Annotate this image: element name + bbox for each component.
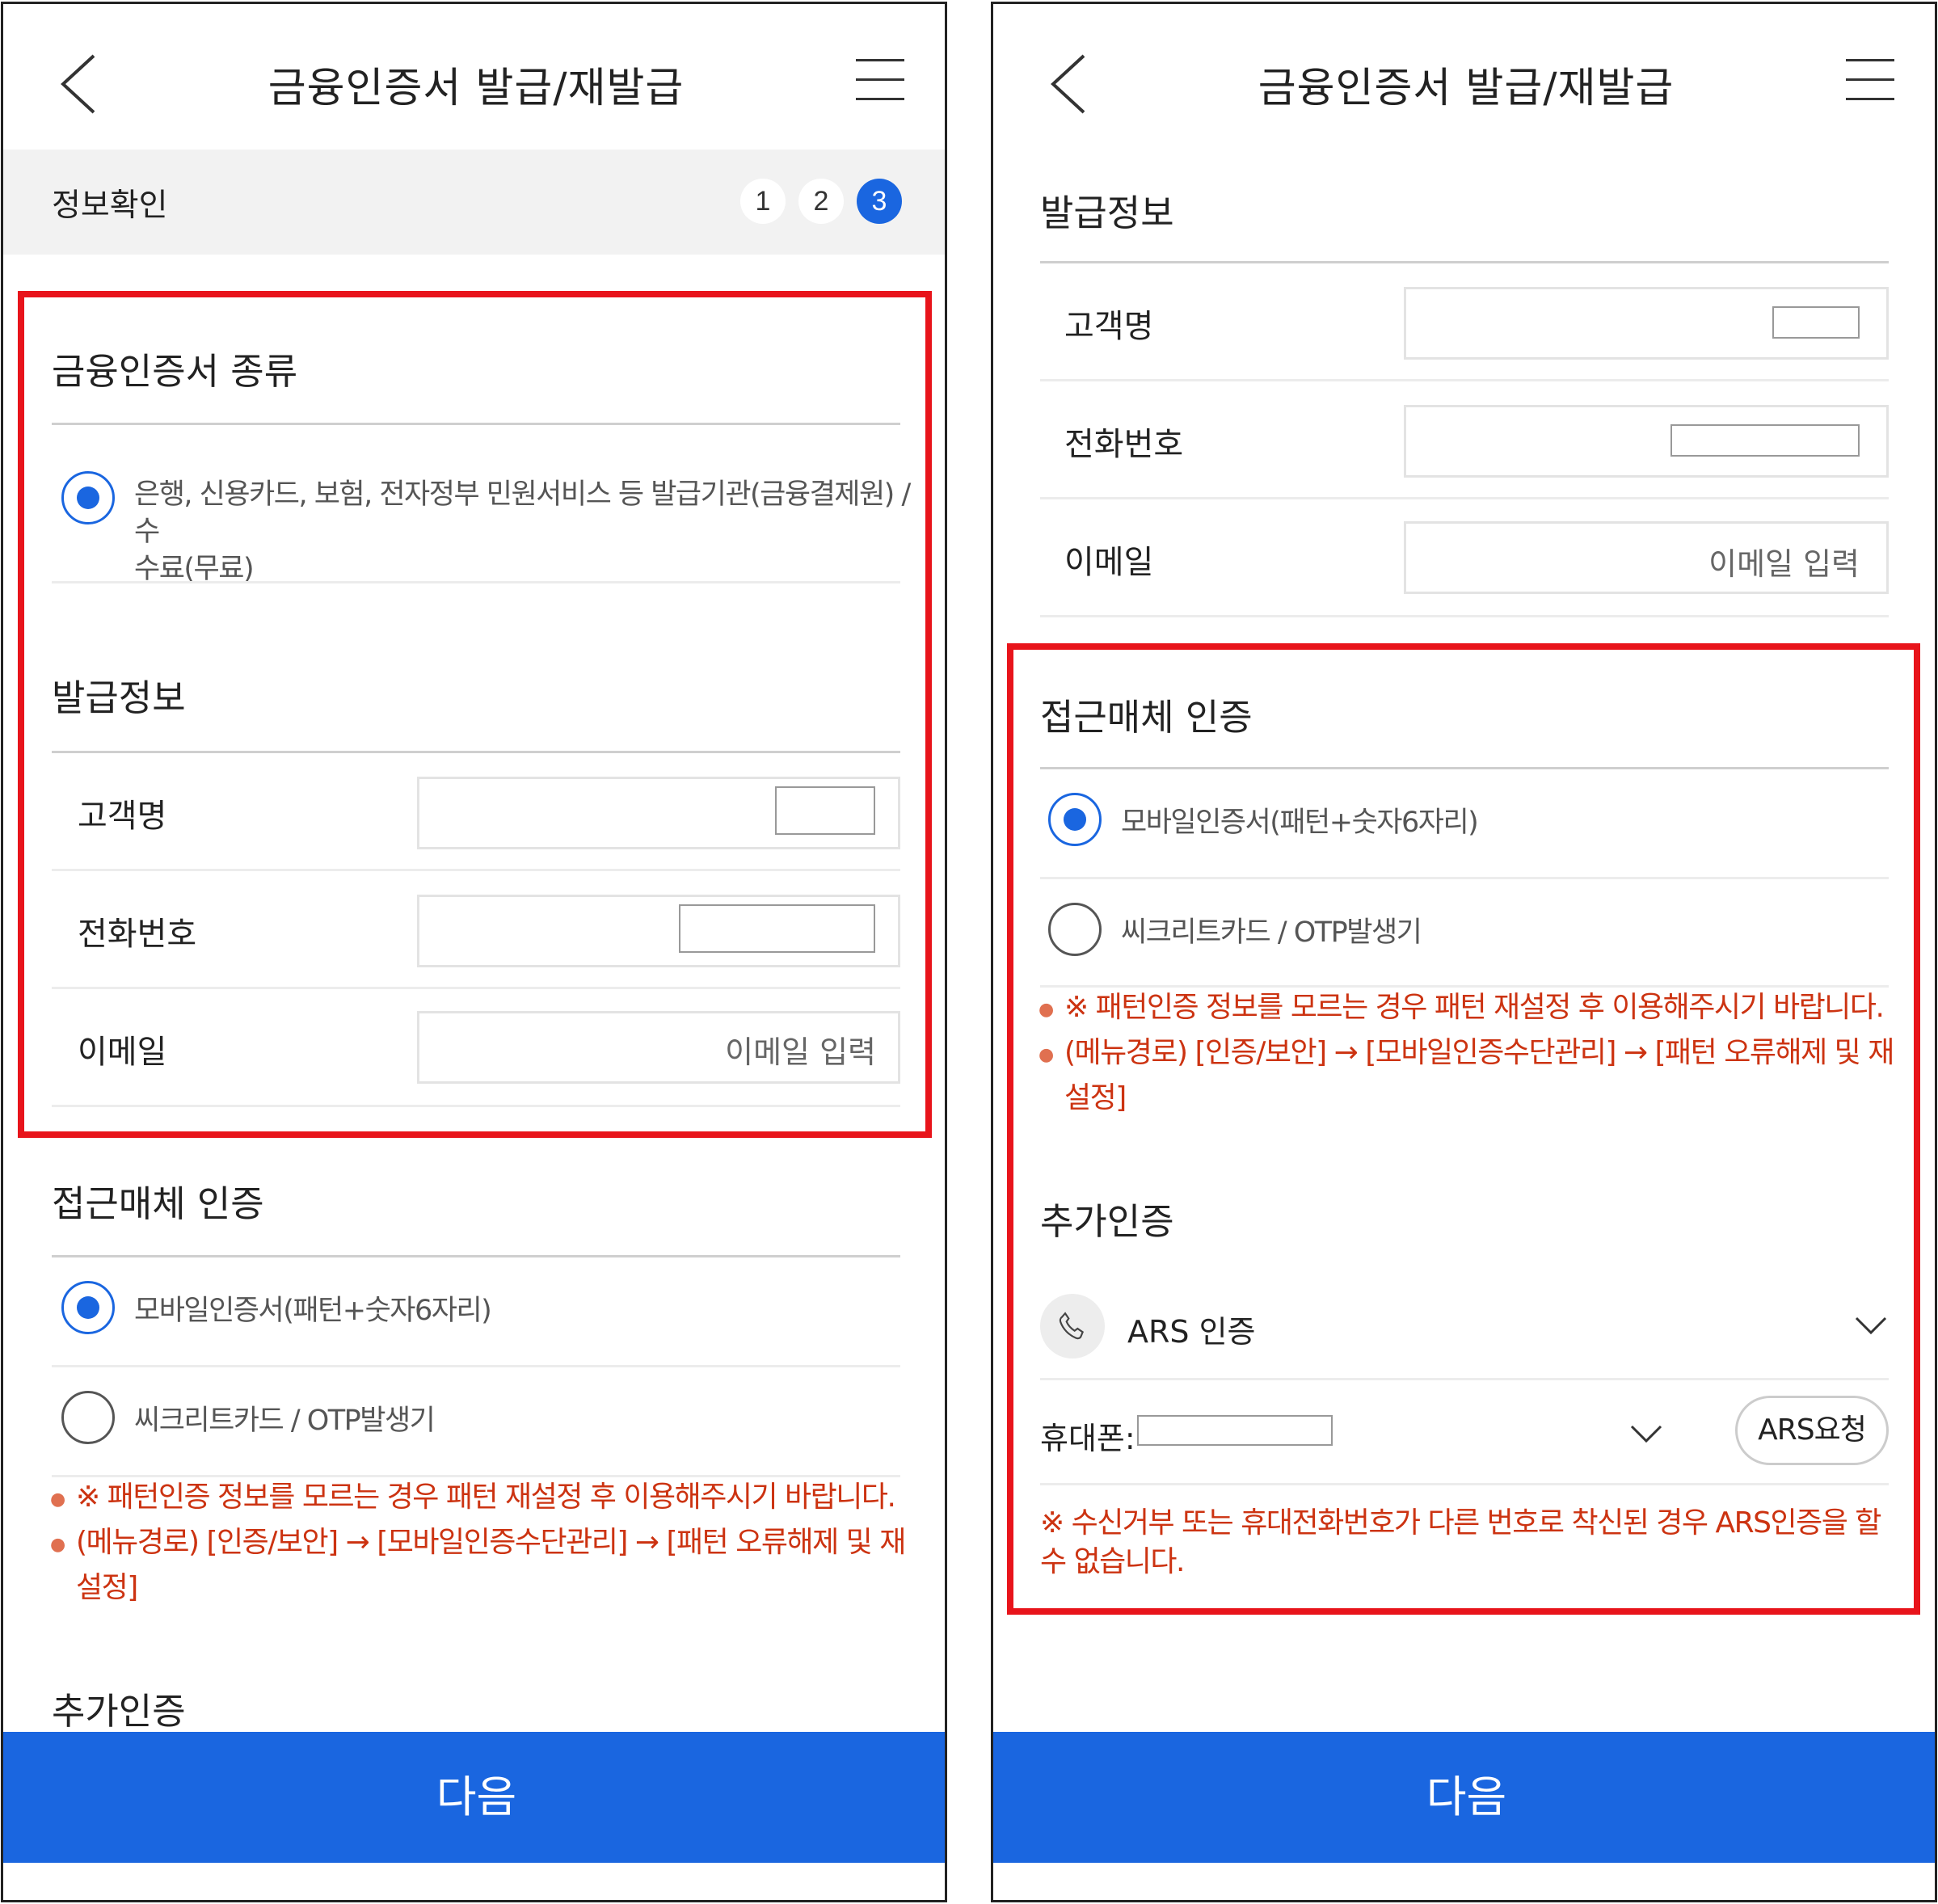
divider bbox=[52, 869, 900, 871]
ars-notice-line1: ※ 수신거부 또는 휴대전화번호가 다른 번호로 착신된 경우 ARS인증을 할 bbox=[1040, 1506, 1881, 1540]
bullet-icon: ● bbox=[1039, 1045, 1055, 1065]
ars-notice-line2: 수 없습니다. bbox=[1040, 1545, 1186, 1578]
divider bbox=[1040, 379, 1889, 381]
hamburger-menu-icon[interactable] bbox=[1846, 56, 1894, 104]
divider bbox=[1040, 1378, 1889, 1380]
access-auth-title: 접근매체 인증 bbox=[1040, 696, 1253, 739]
menu-path-line1: (메뉴경로) [인증/보안] → [모바일인증수단관리] → [패턴 오류해제 … bbox=[1064, 1036, 1894, 1069]
divider bbox=[1040, 1483, 1889, 1485]
secret-card-radio[interactable] bbox=[1048, 903, 1102, 956]
ars-request-button[interactable]: ARS요청 bbox=[1735, 1396, 1889, 1465]
chevron-down-icon[interactable] bbox=[1853, 1313, 1889, 1337]
divider bbox=[52, 1255, 900, 1257]
phone-icon bbox=[1059, 1312, 1085, 1340]
divider bbox=[52, 581, 900, 583]
issue-info-title: 발급정보 bbox=[1040, 192, 1174, 234]
menu-path-line2: 설정] bbox=[76, 1571, 138, 1604]
mobile-cert-radio[interactable] bbox=[61, 1281, 115, 1334]
divider bbox=[52, 751, 900, 753]
divider bbox=[1040, 767, 1889, 769]
page-title: 금융인증서 발급/재발급 bbox=[1258, 65, 1675, 112]
cert-type-option-line1: 은행, 신용카드, 보험, 전자정부 민원서비스 등 발급기관(금융결제원) /… bbox=[134, 478, 911, 548]
cert-type-option[interactable]: 은행, 신용카드, 보험, 전자정부 민원서비스 등 발급기관(금융결제원) /… bbox=[134, 476, 911, 588]
page-title: 금융인증서 발급/재발급 bbox=[268, 65, 685, 112]
bullet-icon: ● bbox=[1039, 1000, 1055, 1020]
bullet-icon: ● bbox=[50, 1535, 66, 1555]
mobile-cert-label[interactable]: 모바일인증서(패턴+숫자6자리) bbox=[1121, 804, 1479, 841]
phone-label: 전화번호 bbox=[1064, 426, 1184, 463]
cert-type-title: 금융인증서 종류 bbox=[52, 350, 298, 393]
pattern-notice: ※ 패턴인증 정보를 모르는 경우 패턴 재설정 후 이용해주시기 바랍니다. bbox=[1064, 991, 1885, 1024]
divider bbox=[52, 987, 900, 989]
phone-input[interactable] bbox=[679, 904, 875, 953]
phone-label: 전화번호 bbox=[78, 916, 197, 953]
step-3-current: 3 bbox=[857, 179, 902, 224]
mobile-phone-input[interactable] bbox=[1137, 1415, 1333, 1446]
divider bbox=[1040, 497, 1889, 499]
step-label: 정보확인 bbox=[52, 187, 168, 224]
name-label: 고객명 bbox=[78, 798, 167, 835]
menu-path-line2: 설정] bbox=[1064, 1081, 1127, 1114]
divider bbox=[52, 423, 900, 425]
cert-type-radio[interactable] bbox=[61, 471, 115, 524]
screen-step3-top: 금융인증서 발급/재발급 정보확인 1 2 3 금융인증서 종류 은행, 신용카… bbox=[1, 2, 947, 1902]
extra-auth-title: 추가인증 bbox=[52, 1690, 186, 1733]
step-2: 2 bbox=[798, 179, 844, 224]
hamburger-menu-icon[interactable] bbox=[856, 56, 904, 104]
bullet-icon: ● bbox=[50, 1489, 66, 1510]
mobile-cert-radio[interactable] bbox=[1048, 793, 1102, 846]
next-button[interactable]: 다음 bbox=[993, 1732, 1935, 1863]
menu-path-line1: (메뉴경로) [인증/보안] → [모바일인증수단관리] → [패턴 오류해제 … bbox=[76, 1526, 906, 1559]
secret-card-label[interactable]: 씨크리트카드 / OTP발생기 bbox=[1121, 914, 1422, 951]
name-input[interactable] bbox=[1772, 306, 1860, 339]
chevron-down-icon[interactable] bbox=[1628, 1422, 1664, 1446]
extra-auth-title: 추가인증 bbox=[1040, 1200, 1174, 1243]
issue-info-title: 발급정보 bbox=[52, 676, 186, 719]
email-label: 이메일 bbox=[78, 1034, 167, 1071]
pattern-notice: ※ 패턴인증 정보를 모르는 경우 패턴 재설정 후 이용해주시기 바랍니다. bbox=[76, 1481, 896, 1514]
name-input[interactable] bbox=[775, 786, 875, 835]
phone-input[interactable] bbox=[1670, 424, 1860, 457]
menu-path-notice: (메뉴경로) [인증/보안] → [모바일인증수단관리] → [패턴 오류해제 … bbox=[1064, 1030, 1921, 1121]
email-placeholder: 이메일 입력 bbox=[1708, 546, 1860, 582]
menu-path-notice: (메뉴경로) [인증/보안] → [모바일인증수단관리] → [패턴 오류해제 … bbox=[76, 1520, 933, 1611]
phone-icon-circle bbox=[1040, 1294, 1105, 1358]
ars-method-label[interactable]: ARS 인증 bbox=[1127, 1307, 1256, 1351]
name-label: 고객명 bbox=[1064, 308, 1154, 345]
back-arrow-icon[interactable] bbox=[1042, 48, 1098, 120]
ars-notice: ※ 수신거부 또는 휴대전화번호가 다른 번호로 착신된 경우 ARS인증을 할… bbox=[1040, 1504, 1905, 1582]
next-button[interactable]: 다음 bbox=[3, 1732, 945, 1863]
divider bbox=[1040, 877, 1889, 879]
mobile-cert-label[interactable]: 모바일인증서(패턴+숫자6자리) bbox=[134, 1292, 492, 1329]
access-auth-title: 접근매체 인증 bbox=[52, 1182, 264, 1225]
divider bbox=[1040, 615, 1889, 617]
step-indicator: 정보확인 1 2 3 bbox=[3, 150, 945, 255]
email-label: 이메일 bbox=[1064, 544, 1154, 581]
step-1: 1 bbox=[740, 179, 786, 224]
divider bbox=[52, 1365, 900, 1367]
divider bbox=[1040, 261, 1889, 263]
mobile-phone-label: 휴대폰: bbox=[1040, 1421, 1135, 1456]
secret-card-label[interactable]: 씨크리트카드 / OTP발생기 bbox=[134, 1402, 436, 1439]
back-arrow-icon[interactable] bbox=[52, 48, 108, 120]
screen-step3-scrolled: 금융인증서 발급/재발급 발급정보 고객명 전화번호 이메일 이메일 입력 접근… bbox=[991, 2, 1937, 1902]
secret-card-radio[interactable] bbox=[61, 1391, 115, 1444]
email-placeholder: 이메일 입력 bbox=[725, 1034, 876, 1070]
divider bbox=[52, 1105, 900, 1107]
